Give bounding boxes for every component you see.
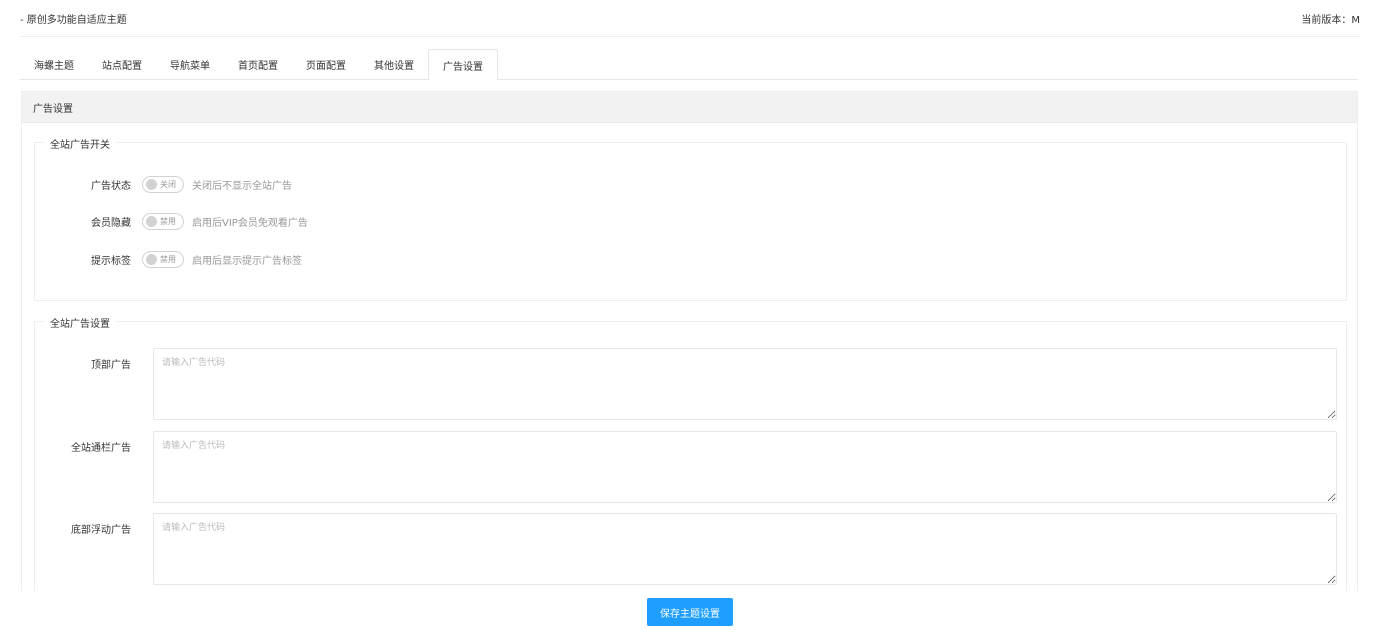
tab-other-settings[interactable]: 其他设置 bbox=[360, 49, 428, 80]
theme-title: - 原创多功能自适应主题 bbox=[20, 14, 127, 26]
form-row-float-ad: 底部浮动广告 bbox=[35, 513, 1346, 585]
float-ad-textarea[interactable] bbox=[153, 513, 1337, 585]
banner-ad-label: 全站通栏广告 bbox=[71, 443, 131, 454]
tab-nav-menu[interactable]: 导航菜单 bbox=[156, 49, 224, 80]
tip-tag-switch[interactable]: 禁用 bbox=[142, 250, 184, 268]
form-row-ad-status: 广告状态 关闭 关闭后不显示全站广告 bbox=[35, 174, 292, 194]
form-row-tip-tag: 提示标签 禁用 启用后显示提示广告标签 bbox=[35, 249, 302, 269]
tip-tag-label: 提示标签 bbox=[91, 255, 131, 267]
float-ad-label: 底部浮动广告 bbox=[71, 525, 131, 536]
tab-ad-settings[interactable]: 广告设置 bbox=[428, 49, 498, 81]
form-row-top-ad: 顶部广告 bbox=[35, 348, 1346, 420]
tab-label: 其他设置 bbox=[374, 61, 414, 72]
member-hide-switch[interactable]: 禁用 bbox=[142, 212, 184, 230]
tab-site-config[interactable]: 站点配置 bbox=[88, 49, 156, 80]
fieldset-legend: 全站广告开关 bbox=[44, 136, 116, 151]
version-label: 当前版本：M bbox=[1301, 14, 1360, 26]
tab-label: 海螺主题 bbox=[34, 61, 74, 72]
tab-label: 导航菜单 bbox=[170, 61, 210, 72]
top-bar: - 原创多功能自适应主题 当前版本：M bbox=[20, 0, 1360, 37]
switch-text: 禁用 bbox=[160, 254, 176, 264]
save-bar: 保存主题设置 bbox=[0, 591, 1380, 633]
top-ad-textarea[interactable] bbox=[153, 348, 1337, 420]
tab-label: 首页配置 bbox=[238, 61, 278, 72]
fieldset-legend: 全站广告设置 bbox=[44, 315, 116, 330]
ad-status-label: 广告状态 bbox=[91, 180, 131, 192]
ad-status-switch[interactable]: 关闭 bbox=[142, 175, 184, 193]
ad-switch-fieldset: 全站广告开关 广告状态 关闭 关闭后不显示全站广告 会员隐藏 禁用 启用后VIP… bbox=[34, 136, 1347, 301]
form-row-member-hide: 会员隐藏 禁用 启用后VIP会员免观看广告 bbox=[35, 211, 308, 231]
ad-code-fieldset: 全站广告设置 顶部广告 全站通栏广告 底部浮动广告 bbox=[34, 315, 1347, 610]
tab-label: 站点配置 bbox=[102, 61, 142, 72]
card-header: 广告设置 bbox=[22, 92, 1357, 123]
switch-knob bbox=[146, 215, 157, 227]
ad-settings-card: 广告设置 全站广告开关 广告状态 关闭 关闭后不显示全站广告 会员隐藏 禁用 启… bbox=[21, 91, 1358, 611]
tab-page-config[interactable]: 页面配置 bbox=[292, 49, 360, 80]
tab-label: 页面配置 bbox=[306, 61, 346, 72]
settings-tabs: 海螺主题 站点配置 导航菜单 首页配置 页面配置 其他设置 广告设置 bbox=[20, 49, 1358, 81]
tip-tag-hint: 启用后显示提示广告标签 bbox=[192, 255, 302, 267]
top-ad-label: 顶部广告 bbox=[91, 360, 131, 371]
switch-knob bbox=[146, 253, 157, 265]
tab-hailuo-theme[interactable]: 海螺主题 bbox=[20, 49, 88, 80]
tab-label: 广告设置 bbox=[443, 61, 483, 73]
ad-status-hint: 关闭后不显示全站广告 bbox=[192, 180, 292, 192]
banner-ad-textarea[interactable] bbox=[153, 431, 1337, 503]
save-theme-settings-button[interactable]: 保存主题设置 bbox=[647, 598, 733, 626]
switch-text: 关闭 bbox=[160, 179, 176, 189]
switch-text: 禁用 bbox=[160, 216, 176, 226]
form-row-banner-ad: 全站通栏广告 bbox=[35, 431, 1346, 503]
member-hide-label: 会员隐藏 bbox=[91, 217, 131, 229]
switch-knob bbox=[146, 178, 157, 190]
member-hide-hint: 启用后VIP会员免观看广告 bbox=[192, 217, 308, 229]
tab-home-config[interactable]: 首页配置 bbox=[224, 49, 292, 80]
